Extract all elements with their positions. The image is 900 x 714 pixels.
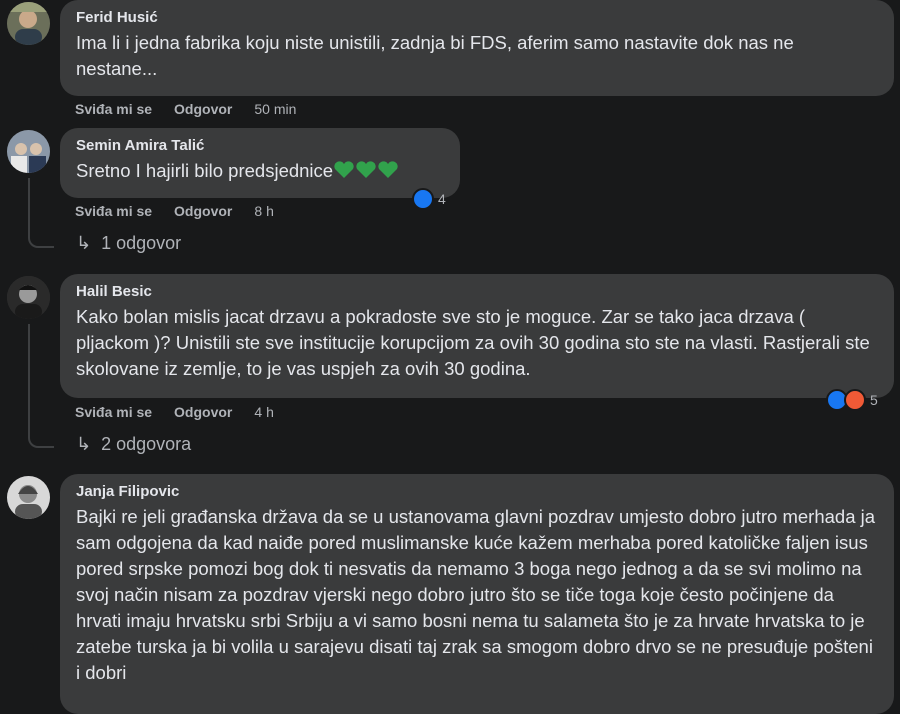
angry-reaction-icon: [844, 389, 866, 411]
comment-text: Kako bolan mislis jacat drzavu a pokrado…: [76, 306, 870, 379]
avatar[interactable]: [7, 130, 50, 173]
reply-button[interactable]: Odgovor: [174, 203, 232, 219]
thread-line: [28, 178, 54, 248]
comment-bubble: Ferid Husić Ima li i jedna fabrika koju …: [60, 0, 894, 96]
comment-time[interactable]: 8 h: [254, 203, 273, 219]
reaction-count: 4: [438, 191, 446, 207]
comment-author[interactable]: Janja Filipovic: [76, 482, 880, 502]
comment-text: Sretno I hajirli bilo predsjednice: [76, 158, 446, 184]
avatar[interactable]: [7, 276, 50, 319]
thread-line: [28, 324, 54, 448]
reply-button[interactable]: Odgovor: [174, 404, 232, 420]
comment-actions: Sviđa mi se Odgovor 4 h: [75, 404, 274, 420]
like-button[interactable]: Sviđa mi se: [75, 404, 152, 420]
comment-text: Bajki re jeli građanska država da se u u…: [76, 506, 876, 683]
avatar[interactable]: [7, 476, 50, 519]
comment-time[interactable]: 4 h: [254, 404, 273, 420]
reply-arrow-icon: ↳: [76, 233, 92, 253]
replies-count: 2 odgovora: [101, 434, 192, 454]
reply-button[interactable]: Odgovor: [174, 101, 232, 117]
comment-text: Ima li i jedna fabrika koju niste unisti…: [76, 32, 794, 79]
reply-arrow-icon: ↳: [76, 434, 92, 454]
like-button[interactable]: Sviđa mi se: [75, 101, 152, 117]
comment-bubble: Janja Filipovic Bajki re jeli građanska …: [60, 474, 894, 714]
reaction-summary[interactable]: 5: [826, 389, 878, 411]
replies-count: 1 odgovor: [101, 233, 182, 253]
view-replies-link[interactable]: ↳ 2 odgovora: [76, 434, 191, 455]
comment-bubble: Halil Besic Kako bolan mislis jacat drza…: [60, 274, 894, 398]
reaction-summary[interactable]: 4: [412, 188, 446, 210]
like-button[interactable]: Sviđa mi se: [75, 203, 152, 219]
comment-bubble: Semin Amira Talić Sretno I hajirli bilo …: [60, 128, 460, 198]
avatar[interactable]: [7, 2, 50, 45]
comment-author[interactable]: Halil Besic: [76, 282, 880, 302]
green-heart-icon: [333, 160, 399, 181]
comment-author[interactable]: Ferid Husić: [76, 8, 880, 28]
comment-time[interactable]: 50 min: [254, 101, 296, 117]
comment-actions: Sviđa mi se Odgovor 50 min: [75, 101, 296, 117]
comment-author[interactable]: Semin Amira Talić: [76, 136, 446, 156]
view-replies-link[interactable]: ↳ 1 odgovor: [76, 233, 181, 254]
like-reaction-icon: [412, 188, 434, 210]
comment-actions: Sviđa mi se Odgovor 8 h: [75, 203, 274, 219]
reaction-count: 5: [870, 392, 878, 408]
